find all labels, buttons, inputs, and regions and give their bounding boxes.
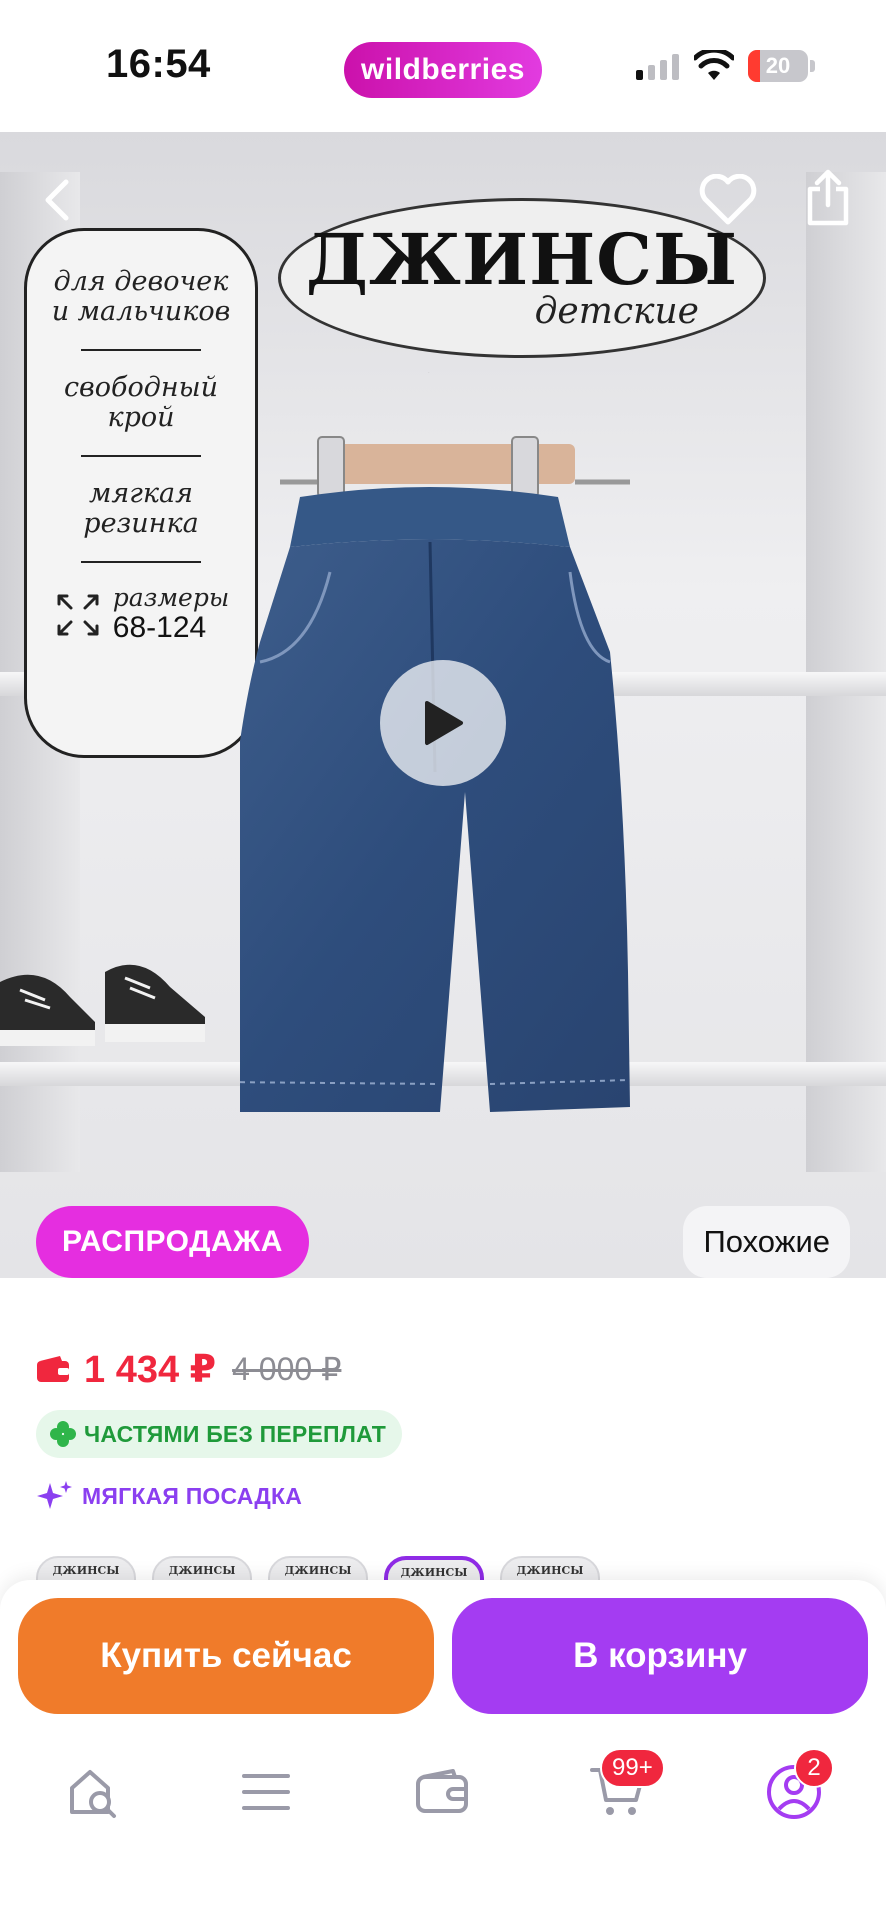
installment-badge[interactable]: ЧАСТЯМИ БЕЗ ПЕРЕПЛАТ (36, 1410, 403, 1458)
sneakers-photo (0, 964, 205, 1046)
sale-badge: РАСПРОДАЖА (36, 1206, 309, 1278)
tab-home[interactable] (60, 1760, 124, 1824)
product-title-banner: ДЖИНСЫ детские (278, 198, 766, 358)
product-info-card: для девочек и мальчиков свободный крой м… (24, 228, 258, 758)
thumbnail-label: ДЖИНСЫ (400, 1566, 468, 1579)
old-price: 4 000 ₽ (232, 1351, 342, 1387)
banner-subtitle: детские (534, 290, 699, 332)
cellular-signal-icon (636, 54, 679, 80)
thumbnail-label: ДЖИНСЫ (168, 1564, 236, 1577)
divider (81, 455, 201, 457)
favorite-button[interactable] (696, 168, 760, 232)
battery-fill (748, 50, 760, 82)
sizes-value: 68-124 (112, 611, 207, 644)
thumbnail[interactable]: ДЖИНСЫ (500, 1556, 600, 1580)
wallet-icon (416, 1769, 468, 1813)
menu-icon (242, 1774, 290, 1810)
size-range: размеры 68-124 (53, 585, 229, 645)
chevron-left-icon (45, 179, 69, 221)
thumbnail-label: ДЖИНСЫ (52, 1564, 120, 1577)
cart-count-badge: 99+ (600, 1748, 665, 1788)
clover-icon (50, 1421, 76, 1447)
wifi-icon (694, 50, 734, 80)
sizes-label: размеры (112, 583, 230, 612)
info-text: крой (107, 402, 175, 433)
play-icon (425, 701, 463, 745)
share-icon (807, 169, 849, 226)
info-text: свободный (63, 372, 219, 403)
divider (81, 349, 201, 351)
feature-tag: МЯГКАЯ ПОСАДКА (36, 1474, 302, 1518)
current-price: 1 434 ₽ (84, 1348, 217, 1391)
info-text: мягкая (88, 478, 193, 509)
brand-logo: wildberries (344, 42, 542, 98)
similar-products-button[interactable]: Похожие (683, 1206, 850, 1278)
product-image-gallery[interactable]: для девочек и мальчиков свободный крой м… (0, 132, 886, 1278)
tab-wallet[interactable] (410, 1760, 474, 1824)
thumbnail-label: ДЖИНСЫ (516, 1564, 584, 1577)
share-button[interactable] (796, 166, 860, 230)
buy-now-button[interactable]: Купить сейчас (18, 1598, 434, 1714)
thumbnail[interactable]: ДЖИНСЫ (36, 1556, 136, 1580)
sparkles-icon (37, 1481, 72, 1509)
back-button[interactable] (26, 168, 90, 232)
info-text: для девочек (53, 266, 229, 297)
thumbnail[interactable]: ДЖИНСЫ (268, 1556, 368, 1580)
battery-cap (810, 60, 815, 72)
thumbnail[interactable]: ДЖИНСЫ (152, 1556, 252, 1580)
battery-indicator: 20 (748, 50, 808, 82)
heart-icon (699, 174, 757, 225)
status-bar: 16:54 wildberries 20 (0, 0, 886, 132)
feature-text: МЯГКАЯ ПОСАДКА (82, 1482, 303, 1509)
thumbnail-strip: ДЖИНСЫ ДЖИНСЫ ДЖИНСЫ ДЖИНСЫ ДЖИНСЫ (36, 1556, 600, 1580)
battery-level: 20 (765, 53, 791, 78)
notifications-badge: 2 (794, 1748, 834, 1788)
info-text: и мальчиков (51, 296, 231, 327)
banner-title: ДЖИНСЫ (305, 217, 739, 301)
bottom-action-sheet: Купить сейчас В корзину 99+ 2 (0, 1580, 886, 1920)
installment-text: ЧАСТЯМИ БЕЗ ПЕРЕПЛАТ (84, 1420, 387, 1447)
resize-arrows-icon (57, 594, 99, 636)
tab-bar: 99+ 2 (0, 1740, 886, 1850)
wallet-icon (37, 1356, 69, 1382)
home-search-icon (70, 1770, 116, 1818)
thumbnail-selected[interactable]: ДЖИНСЫ (384, 1556, 484, 1580)
tab-catalog[interactable] (234, 1760, 298, 1824)
add-to-cart-button[interactable]: В корзину (452, 1598, 868, 1714)
divider (81, 561, 201, 563)
thumbnail-label: ДЖИНСЫ (284, 1564, 352, 1577)
status-time: 16:54 (106, 42, 211, 86)
jeans-product-photo (240, 372, 631, 1112)
price-row: 1 434 ₽ 4 000 ₽ (36, 1344, 341, 1394)
play-video-button[interactable] (380, 660, 506, 786)
info-text: резинка (83, 508, 199, 539)
